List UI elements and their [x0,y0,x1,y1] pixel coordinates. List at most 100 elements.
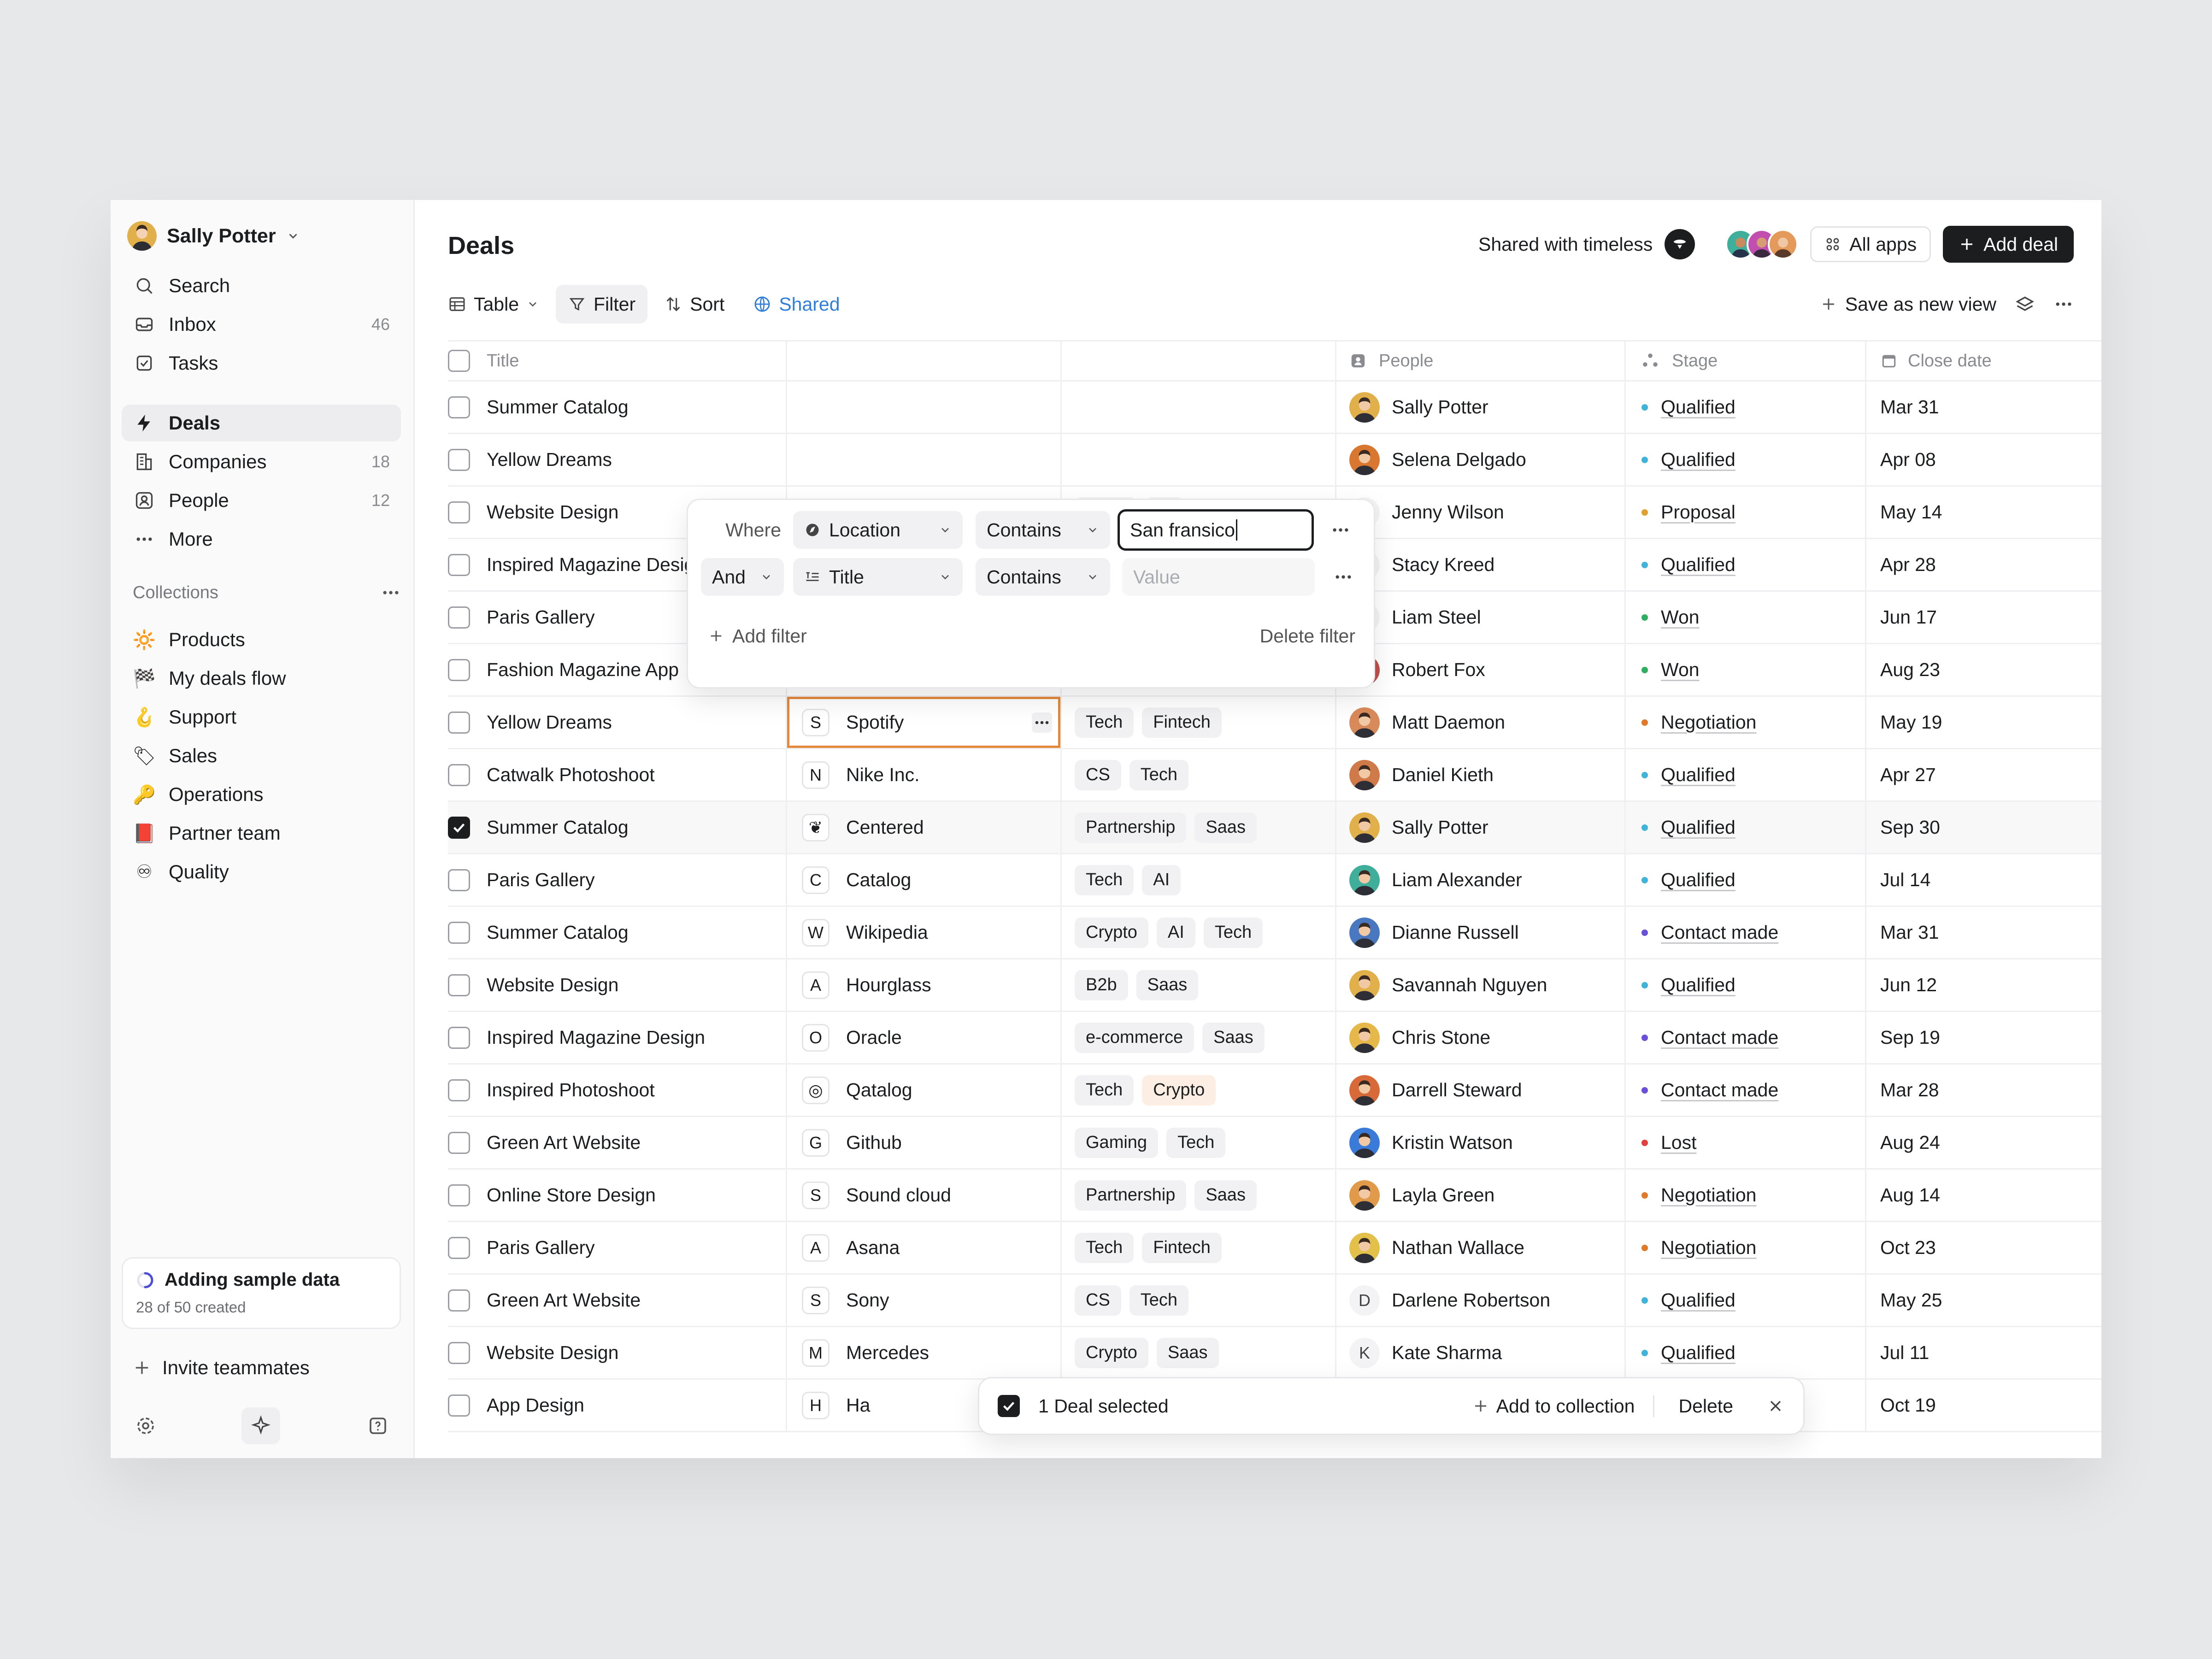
cell-tags[interactable]: e-commerce Saas [1062,1012,1336,1063]
cell-stage[interactable]: Won [1626,592,1866,643]
cell-title[interactable]: Paris Gallery [448,1222,787,1273]
row-checkbox[interactable] [448,1394,470,1417]
collections-more-icon[interactable] [381,582,401,603]
table-row[interactable]: Yellow Dreams S Spotify Tech Fintech Matt Dae… [448,697,2101,749]
cell-tags[interactable]: Crypto AI Tech [1062,907,1336,958]
sidebar-item-tasks[interactable]: Tasks [122,345,401,382]
cell-title[interactable]: Yellow Dreams [448,697,787,748]
row-checkbox[interactable] [448,869,470,891]
filter-conjunction-select[interactable]: And [701,558,784,596]
cell-close-date[interactable]: Apr 28 [1866,539,2101,590]
close-icon[interactable] [1766,1397,1785,1415]
row-checkbox[interactable] [448,659,470,681]
cell-close-date[interactable]: Mar 31 [1866,907,2101,958]
cell-close-date[interactable]: Sep 30 [1866,802,2101,853]
cell-close-date[interactable]: Jun 12 [1866,959,2101,1011]
cell-stage[interactable]: Lost [1626,1117,1866,1168]
table-row[interactable]: Yellow Dreams Selena Delgado Qualified Apr … [448,434,2101,487]
cell-close-date[interactable]: Jul 14 [1866,854,2101,906]
cell-people[interactable]: Liam Alexander [1336,854,1626,906]
cell-stage[interactable]: Negotiation [1626,697,1866,748]
table-row[interactable]: Summer Catalog W Wikipedia Crypto AI Tech Dian… [448,907,2101,959]
cell-stage[interactable]: Qualified [1626,854,1866,906]
row-checkbox[interactable] [448,606,470,629]
column-header-tags[interactable] [1062,341,1336,380]
filter-field-select[interactable]: Title [793,558,963,596]
delete-filter-button[interactable]: Delete filter [1260,616,1355,656]
cell-stage[interactable]: Qualified [1626,959,1866,1011]
cell-people[interactable]: JJenny Wilson [1336,487,1626,538]
column-header-company[interactable] [787,341,1062,380]
cell-stage[interactable]: Contact made [1626,1012,1866,1063]
table-row[interactable]: Inspired Photoshoot ◎ Qatalog Tech Crypto Dar… [448,1065,2101,1117]
layers-icon[interactable] [2015,294,2035,314]
column-header-people[interactable]: People [1336,341,1626,380]
cell-stage[interactable]: Negotiation [1626,1222,1866,1273]
cell-stage[interactable]: Qualified [1626,749,1866,800]
cell-close-date[interactable]: May 25 [1866,1275,2101,1326]
cell-company[interactable]: N Nike Inc. [787,749,1062,800]
cell-close-date[interactable]: Jul 11 [1866,1327,2101,1378]
collection-item[interactable]: 🔆 Products [122,621,401,658]
sidebar-item-more[interactable]: More [122,521,401,558]
cell-stage[interactable]: Negotiation [1626,1170,1866,1221]
row-checkbox[interactable] [448,1131,470,1154]
cell-close-date[interactable]: May 19 [1866,697,2101,748]
invite-teammates-button[interactable]: Invite teammates [133,1357,310,1379]
collection-item[interactable]: 🪝 Support [122,699,401,735]
filter-operator-select[interactable]: Contains [976,511,1110,549]
shared-view-button[interactable]: Shared [741,285,852,324]
cell-close-date[interactable]: Aug 23 [1866,644,2101,695]
selection-checkbox[interactable] [998,1395,1020,1417]
cell-title[interactable]: Website Design [448,1327,787,1378]
cell-company[interactable]: S Sony [787,1275,1062,1326]
collection-item[interactable]: 🔑 Operations [122,776,401,813]
cell-people[interactable]: Sally Potter [1336,802,1626,853]
row-checkbox[interactable] [448,1184,470,1206]
row-checkbox[interactable] [448,1341,470,1364]
more-options-icon[interactable] [2053,294,2074,314]
sort-button[interactable]: Sort [652,285,736,324]
table-row[interactable]: Website Design A Hourglass B2b Saas Savannah … [448,959,2101,1012]
collection-item[interactable]: ♾ Quality [122,853,401,890]
row-checkbox[interactable] [448,1289,470,1312]
cell-tags[interactable]: B2b Saas [1062,959,1336,1011]
cell-tags[interactable]: Tech AI [1062,854,1336,906]
filter-field-select[interactable]: Location [793,511,963,549]
cell-close-date[interactable]: May 14 [1866,487,2101,538]
table-row[interactable]: Green Art Website G Github Gaming Tech Kristi… [448,1117,2101,1170]
cell-close-date[interactable]: Sep 19 [1866,1012,2101,1063]
cell-title[interactable]: Website Design [448,959,787,1011]
row-checkbox[interactable] [448,1026,470,1049]
column-header-close-date[interactable]: Close date [1866,341,2101,380]
table-row[interactable]: Catwalk Photoshoot N Nike Inc. CS Tech Daniel… [448,749,2101,802]
table-row[interactable]: Website Design M Mercedes Crypto Saas K Kate S… [448,1327,2101,1380]
row-checkbox[interactable] [448,553,470,576]
cell-tags[interactable]: Tech Crypto [1062,1065,1336,1116]
sidebar-item-search[interactable]: Search [122,267,401,304]
cell-close-date[interactable]: Apr 27 [1866,749,2101,800]
add-to-collection-button[interactable]: Add to collection [1472,1395,1655,1417]
cell-close-date[interactable]: Oct 23 [1866,1222,2101,1273]
cell-title[interactable]: Paris Gallery [448,854,787,906]
cell-stage[interactable]: Contact made [1626,907,1866,958]
cell-company[interactable] [787,434,1062,485]
cell-close-date[interactable]: Oct 19 [1866,1380,2101,1431]
add-filter-button[interactable]: Add filter [708,616,807,656]
cell-tags[interactable]: Partnership Saas [1062,802,1336,853]
row-checkbox[interactable] [448,711,470,734]
cell-tags[interactable]: Partnership Saas [1062,1170,1336,1221]
row-checkbox[interactable] [448,396,470,418]
row-checkbox[interactable] [448,764,470,786]
cell-title[interactable]: Green Art Website [448,1117,787,1168]
cell-tags[interactable] [1062,434,1336,485]
sidebar-item-inbox[interactable]: Inbox 46 [122,306,401,343]
cell-close-date[interactable]: Aug 14 [1866,1170,2101,1221]
cell-company[interactable]: C Catalog [787,854,1062,906]
table-row[interactable]: Green Art Website S Sony CS Tech D Darlene Rob… [448,1275,2101,1327]
row-checkbox[interactable] [448,921,470,944]
row-checkbox[interactable] [448,816,470,839]
row-checkbox[interactable] [448,974,470,996]
cell-people[interactable]: Savannah Nguyen [1336,959,1626,1011]
cell-stage[interactable]: Qualified [1626,802,1866,853]
